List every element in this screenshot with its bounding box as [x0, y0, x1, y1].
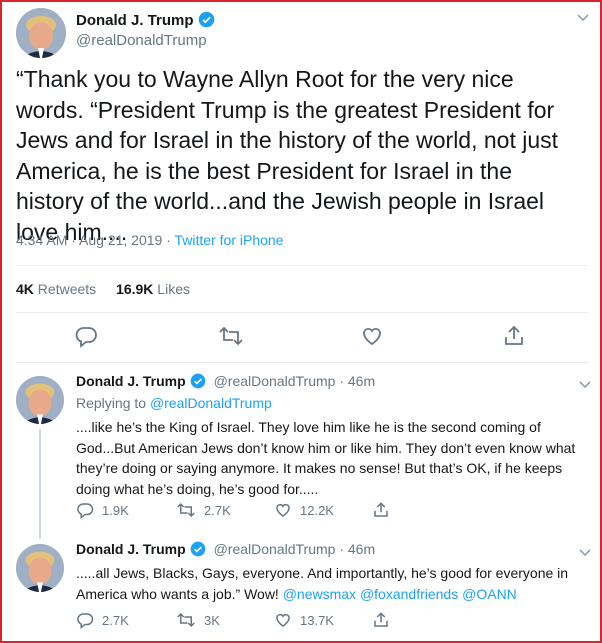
reply-button[interactable]: 1.9K [76, 501, 129, 519]
chevron-down-icon[interactable] [578, 377, 592, 396]
share-icon[interactable] [372, 611, 398, 629]
author-handle[interactable]: @realDonaldTrump · 46m [214, 541, 376, 557]
replying-to: Replying to @realDonaldTrump [76, 395, 272, 411]
author-name[interactable]: Donald J. Trump [76, 12, 194, 29]
share-icon[interactable] [372, 501, 398, 519]
verified-badge-icon [198, 11, 215, 33]
replying-handle-link[interactable]: @realDonaldTrump [150, 395, 272, 411]
author-name[interactable]: Donald J. Trump [76, 541, 186, 557]
retweets-count: 4K [16, 281, 34, 297]
author-handle[interactable]: @realDonaldTrump [76, 32, 207, 49]
retweet-button[interactable]: 3K [176, 611, 220, 629]
thread-line [39, 429, 41, 539]
divider [16, 265, 588, 266]
verified-badge-icon [190, 373, 206, 392]
tweet-source-link[interactable]: Twitter for iPhone [175, 232, 284, 248]
retweets-stat[interactable]: 4K Retweets [16, 281, 96, 297]
divider [16, 362, 588, 363]
likes-stat[interactable]: 16.9K Likes [116, 281, 190, 297]
reply-tweet[interactable]: Donald J. Trump @realDonaldTrump · 46m .… [2, 541, 602, 641]
like-button[interactable]: 12.2K [274, 501, 334, 519]
tweet-text: “Thank you to Wayne Allyn Root for the v… [16, 66, 559, 245]
tweet-stats: 4K Retweets 16.9K Likes [16, 281, 190, 297]
reply-text: .....all Jews, Blacks, Gays, everyone. A… [76, 563, 592, 604]
like-icon [276, 613, 290, 627]
retweets-label: Retweets [33, 281, 97, 297]
reply-header: Donald J. Trump @realDonaldTrump · 46m [76, 541, 375, 560]
chevron-down-icon[interactable] [578, 545, 592, 564]
like-count: 12.2K [300, 502, 334, 518]
reply-action-bar: 2.7K 3K 13.7K [76, 611, 496, 633]
avatar[interactable] [16, 8, 66, 58]
retweet-count: 2.7K [204, 502, 231, 518]
reply-icon [77, 503, 94, 519]
chevron-down-icon[interactable] [576, 10, 590, 29]
mention-link[interactable]: @foxandfriends [360, 586, 458, 602]
retweet-icon [177, 502, 195, 518]
reply-text: ....like he’s the King of Israel. They l… [76, 419, 576, 497]
main-tweet-author: Donald J. Trump [76, 11, 215, 33]
reply-count: 2.7K [102, 612, 129, 628]
reply-action-bar: 1.9K 2.7K 12.2K [76, 501, 496, 523]
verified-badge-icon [190, 541, 206, 560]
retweet-icon[interactable] [218, 324, 244, 353]
main-action-bar [2, 324, 602, 354]
like-icon[interactable] [360, 324, 384, 353]
like-icon [276, 503, 290, 517]
like-button[interactable]: 13.7K [274, 611, 334, 629]
reply-icon[interactable] [74, 324, 98, 353]
retweet-button[interactable]: 2.7K [176, 501, 231, 519]
reply-icon [77, 613, 94, 629]
mention-link[interactable]: @newsmax [283, 586, 356, 602]
mention-link[interactable]: @OANN [462, 586, 517, 602]
reply-button[interactable]: 2.7K [76, 611, 129, 629]
avatar[interactable] [16, 376, 64, 424]
author-name[interactable]: Donald J. Trump [76, 373, 186, 389]
tweet-timestamp[interactable]: 4:34 AM · Aug 21, 2019 · [16, 232, 175, 248]
divider [16, 312, 588, 313]
retweet-count: 3K [204, 612, 220, 628]
likes-count: 16.9K [116, 281, 154, 297]
author-handle[interactable]: @realDonaldTrump · 46m [214, 373, 376, 389]
likes-label: Likes [153, 281, 190, 297]
share-icon[interactable] [502, 324, 526, 353]
reply-count: 1.9K [102, 502, 129, 518]
reply-header: Donald J. Trump @realDonaldTrump · 46m [76, 373, 375, 392]
like-count: 13.7K [300, 612, 334, 628]
avatar[interactable] [16, 544, 64, 592]
replying-prefix: Replying to [76, 395, 150, 411]
screenshot-frame: Donald J. Trump @realDonaldTrump “Thank … [0, 0, 602, 643]
retweet-icon [177, 612, 195, 628]
tweet-meta: 4:34 AM · Aug 21, 2019 · Twitter for iPh… [16, 232, 283, 248]
reply-tweet[interactable]: Donald J. Trump @realDonaldTrump · 46m R… [2, 373, 602, 539]
